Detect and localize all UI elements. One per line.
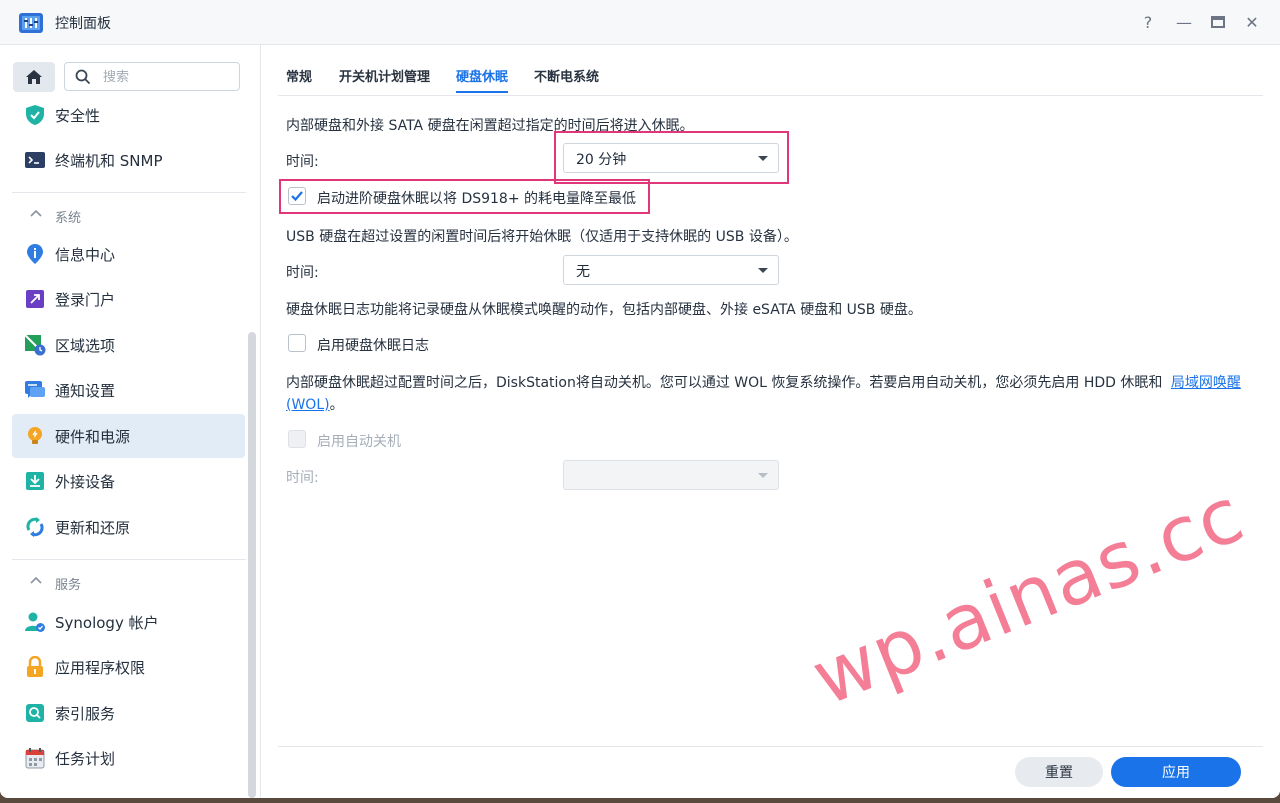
main-panel: 常规 开关机计划管理 硬盘休眠 不断电系统 内部硬盘和外接 SATA 硬盘在闲置… xyxy=(261,45,1280,798)
shutdown-time-label: 时间: xyxy=(286,470,319,486)
minimize-button[interactable]: — xyxy=(1170,8,1198,36)
title-bar: 控制面板 ? — ✕ xyxy=(0,0,1280,45)
sidebar-item-label: 安全性 xyxy=(55,107,101,125)
region-icon xyxy=(24,334,46,356)
lock-icon xyxy=(27,656,43,677)
chevron-up-icon xyxy=(30,576,42,584)
usb-time-label: 时间: xyxy=(286,265,319,281)
update-icon xyxy=(26,517,44,537)
calendar-icon xyxy=(25,748,45,769)
sidebar-item-indexing[interactable]: 索引服务 xyxy=(12,691,245,735)
wol-link[interactable]: 局域网唤醒 xyxy=(1171,375,1241,391)
tab-power-schedule[interactable]: 开关机计划管理 xyxy=(339,66,430,93)
sidebar-item-synology-account[interactable]: Synology 帐户 xyxy=(12,600,245,644)
enable-log-label[interactable]: 启用硬盘休眠日志 xyxy=(317,335,429,355)
bulb-icon xyxy=(28,427,42,444)
sidebar-item-login-portal[interactable]: 登录门户 xyxy=(12,277,245,321)
shield-icon xyxy=(26,105,44,125)
chevron-up-icon xyxy=(30,209,42,217)
hibernation-log-description: 硬盘休眠日志功能将记录硬盘从休眠模式唤醒的动作，包括内部硬盘、外接 eSATA … xyxy=(286,302,922,318)
enable-shutdown-label: 启用自动关机 xyxy=(317,434,401,450)
apply-button[interactable]: 应用 xyxy=(1111,757,1241,787)
sidebar-item-notification[interactable]: 通知设置 xyxy=(12,368,245,412)
usb-time-value: 无 xyxy=(576,264,590,280)
index-icon xyxy=(26,704,44,722)
external-device-icon xyxy=(26,472,44,490)
wol-link-continued[interactable]: (WOL) xyxy=(286,397,330,413)
usb-disk-description: USB 硬盘在超过设置的闲置时间后将开始休眠（仅适用于支持休眠的 USB 设备）… xyxy=(286,229,798,245)
account-icon xyxy=(25,612,45,632)
sidebar-item-label: 外接设备 xyxy=(55,473,116,491)
sidebar-item-label: 硬件和电源 xyxy=(55,428,131,446)
home-button[interactable] xyxy=(13,62,55,92)
home-icon xyxy=(26,70,42,84)
search-icon xyxy=(75,69,91,85)
chevron-down-icon xyxy=(758,473,768,478)
maximize-button[interactable] xyxy=(1204,8,1232,36)
sidebar-item-external-devices[interactable]: 外接设备 xyxy=(12,459,245,503)
section-label: 服务 xyxy=(55,578,82,593)
sidebar-item-label: 索引服务 xyxy=(55,705,116,723)
sidebar-scrollbar[interactable] xyxy=(248,332,256,798)
tabs-divider xyxy=(278,95,1263,96)
enable-shutdown-checkbox[interactable] xyxy=(288,430,306,448)
reset-button[interactable]: 重置 xyxy=(1015,757,1103,787)
internal-time-label: 时间: xyxy=(286,154,319,170)
sidebar-item-app-privileges[interactable]: 应用程序权限 xyxy=(12,645,245,689)
tab-ups[interactable]: 不断电系统 xyxy=(534,66,599,93)
sidebar-item-terminal[interactable]: 终端机和 SNMP xyxy=(12,138,245,182)
enable-log-checkbox[interactable] xyxy=(288,334,306,352)
section-label: 系统 xyxy=(55,211,82,226)
sidebar-item-label: 区域选项 xyxy=(55,337,116,355)
shutdown-time-select[interactable] xyxy=(563,460,779,490)
help-button[interactable]: ? xyxy=(1134,8,1162,36)
footer-divider xyxy=(278,746,1263,747)
sidebar-item-label: 通知设置 xyxy=(55,382,116,400)
sentence-end: 。 xyxy=(329,397,344,413)
auto-shutdown-description-text: 内部硬盘休眠超过配置时间之后，DiskStation将自动关机。您可以通过 WO… xyxy=(286,375,1163,391)
tab-hdd-hibernation[interactable]: 硬盘休眠 xyxy=(456,66,509,93)
auto-shutdown-description: 内部硬盘休眠超过配置时间之后，DiskStation将自动关机。您可以通过 WO… xyxy=(286,372,1241,392)
auto-shutdown-description-line2: (WOL)。 xyxy=(286,394,344,414)
sidebar-divider xyxy=(12,192,246,193)
sidebar-item-label: Synology 帐户 xyxy=(55,614,159,632)
tab-general[interactable]: 常规 xyxy=(286,66,312,93)
terminal-icon xyxy=(25,152,45,168)
search-input[interactable] xyxy=(101,66,235,89)
usb-time-select[interactable]: 无 xyxy=(563,255,779,285)
search-box[interactable] xyxy=(64,62,240,91)
sidebar-item-task-scheduler[interactable]: 任务计划 xyxy=(12,736,245,780)
sidebar-item-label: 终端机和 SNMP xyxy=(55,152,163,170)
chevron-down-icon xyxy=(758,268,768,273)
sidebar-item-security[interactable]: 安全性 xyxy=(12,93,245,137)
sidebar-item-label: 信息中心 xyxy=(55,246,116,264)
portal-icon xyxy=(26,290,44,308)
sidebar-item-label: 应用程序权限 xyxy=(55,659,146,677)
close-button[interactable]: ✕ xyxy=(1238,8,1266,36)
sidebar-item-region[interactable]: 区域选项 xyxy=(12,323,245,367)
highlight-box-advanced xyxy=(279,179,650,214)
sidebar-item-label: 任务计划 xyxy=(55,750,116,768)
window-title: 控制面板 xyxy=(55,16,111,32)
sidebar-item-info-center[interactable]: 信息中心 xyxy=(12,232,245,276)
control-panel-app-icon xyxy=(19,11,43,33)
info-icon xyxy=(27,244,43,264)
sidebar-item-hardware-power[interactable]: 硬件和电源 xyxy=(12,414,245,458)
sidebar-item-update-restore[interactable]: 更新和还原 xyxy=(12,505,245,549)
sidebar: 安全性 终端机和 SNMP 系统 信息中心 登录门户 区域选项 通知设置 xyxy=(0,45,261,798)
notification-icon xyxy=(25,381,45,398)
highlight-box-time xyxy=(554,131,789,184)
sidebar-divider xyxy=(12,559,246,560)
sidebar-item-label: 登录门户 xyxy=(55,291,116,309)
control-panel-window: 控制面板 ? — ✕ 安全性 终端机和 SNMP 系统 xyxy=(0,0,1280,798)
sidebar-item-label: 更新和还原 xyxy=(55,519,131,537)
